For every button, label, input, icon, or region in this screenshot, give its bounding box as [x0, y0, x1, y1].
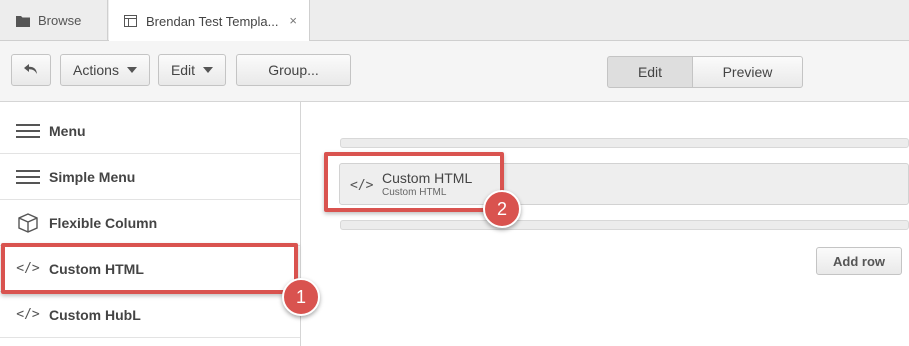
back-button[interactable] [11, 54, 51, 86]
folder-icon [16, 15, 30, 27]
add-row-label: Add row [833, 253, 885, 269]
step-badge-1: 1 [282, 278, 320, 316]
sidebar-item-custom-hubl[interactable]: </> Custom HubL [0, 292, 300, 338]
tab-browse[interactable]: Browse [0, 0, 108, 41]
hamburger-icon [16, 122, 40, 140]
toolbar: Actions Edit Group... Edit Preview [0, 41, 909, 102]
back-arrow-icon [24, 62, 38, 78]
sidebar-item-label: Custom HubL [49, 306, 141, 323]
actions-dropdown[interactable]: Actions [60, 54, 150, 86]
sidebar-item-label: Simple Menu [49, 168, 136, 185]
code-icon: </> [16, 307, 40, 322]
mode-edit-label: Edit [637, 64, 663, 80]
layout-row-placeholder[interactable] [340, 220, 909, 230]
group-button[interactable]: Group... [236, 54, 351, 86]
template-icon [124, 15, 138, 27]
cube-icon [16, 212, 40, 233]
step-badge-2: 2 [483, 190, 521, 228]
tab-browse-label: Browse [38, 13, 82, 28]
tab-template-label: Brendan Test Templa... [146, 13, 279, 29]
edit-dropdown[interactable]: Edit [158, 54, 226, 86]
mode-edit-button[interactable]: Edit [607, 56, 693, 88]
add-row-button[interactable]: Add row [816, 247, 902, 275]
sidebar-item-menu[interactable]: Menu [0, 108, 300, 154]
sidebar-item-simple-menu[interactable]: Simple Menu [0, 154, 300, 200]
sidebar-item-flexible-column[interactable]: Flexible Column [0, 200, 300, 246]
module-sidebar: Menu Simple Menu Flexible Column </> Cus… [0, 102, 301, 346]
mode-preview-button[interactable]: Preview [692, 56, 803, 88]
chevron-down-icon [126, 67, 137, 73]
highlight-box-sidebar [1, 243, 298, 294]
sidebar-item-label: Flexible Column [49, 214, 158, 231]
layout-row-placeholder[interactable] [340, 138, 909, 148]
close-icon[interactable]: × [289, 13, 297, 28]
edit-menu-label: Edit [170, 62, 196, 78]
tab-bar: Browse Brendan Test Templa... × [0, 0, 909, 42]
sidebar-item-label: Menu [49, 122, 86, 139]
chevron-down-icon [203, 67, 214, 73]
highlight-box-module [324, 152, 504, 212]
tab-template[interactable]: Brendan Test Templa... × [109, 0, 310, 42]
group-label: Group... [268, 62, 319, 78]
actions-label: Actions [73, 62, 119, 78]
mode-preview-label: Preview [722, 64, 773, 80]
hamburger-icon [16, 168, 40, 186]
